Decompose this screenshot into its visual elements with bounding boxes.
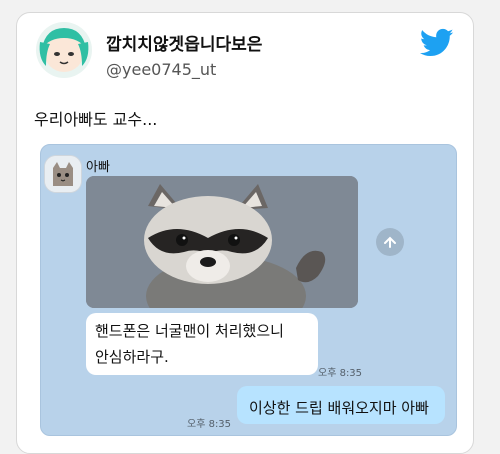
received-message-text: 핸드폰은 너굴맨이 처리했으니 안심하라구.: [95, 318, 315, 370]
share-button[interactable]: [376, 228, 404, 256]
sent-message-text: 이상한 드립 배워오지마 아빠: [249, 399, 429, 417]
raccoon-image: [86, 176, 358, 308]
twitter-bird-icon[interactable]: [420, 28, 454, 58]
anime-avatar-icon: [39, 28, 89, 72]
share-icon: [384, 236, 396, 248]
cat-avatar-icon: [45, 156, 81, 192]
display-name[interactable]: 깝치치않겟읍니다보은: [106, 30, 262, 55]
user-handle[interactable]: @yee0745_ut: [106, 60, 216, 79]
received-message-line1: 핸드폰은 너굴맨이 처리했으니: [95, 322, 284, 340]
profile-avatar[interactable]: [36, 22, 92, 78]
tweet-text: 우리아빠도 교수...: [34, 110, 158, 129]
received-message-time: 오후 8:35: [318, 368, 363, 379]
raccoon-photo[interactable]: [86, 176, 358, 308]
received-message-line2: 안심하라구.: [95, 348, 169, 366]
sender-avatar: [44, 155, 82, 193]
sent-message-time: 오후 8:35: [187, 419, 232, 430]
sender-name: 아빠: [86, 160, 110, 175]
